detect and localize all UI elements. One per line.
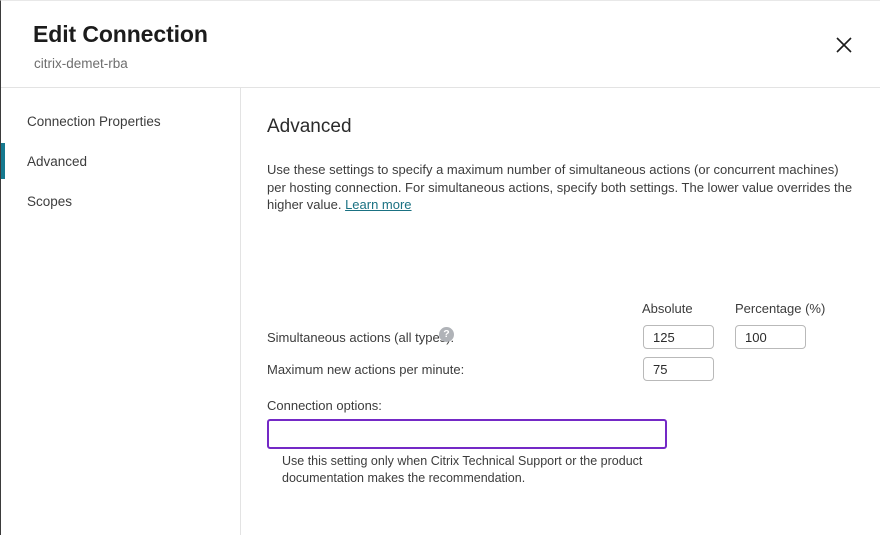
close-icon — [835, 36, 853, 54]
sidebar-item-advanced[interactable]: Advanced — [1, 141, 240, 181]
dialog-header: Edit Connection citrix-demet-rba — [1, 1, 880, 88]
simultaneous-actions-percentage-input[interactable] — [735, 325, 806, 349]
dialog-sidebar: Connection Properties Advanced Scopes — [1, 88, 241, 535]
connection-options-help-text: Use this setting only when Citrix Techni… — [282, 453, 662, 487]
simultaneous-actions-absolute-input[interactable] — [643, 325, 714, 349]
question-mark-icon[interactable]: ? — [439, 327, 454, 342]
simultaneous-actions-label: Simultaneous actions (all types): — [267, 330, 454, 345]
connection-options-input[interactable] — [267, 419, 667, 449]
dialog-title: Edit Connection — [33, 21, 208, 48]
sidebar-item-label: Advanced — [27, 154, 87, 169]
sidebar-item-scopes[interactable]: Scopes — [1, 181, 240, 221]
page-title: Advanced — [267, 116, 352, 138]
max-new-actions-absolute-input[interactable] — [643, 357, 714, 381]
dialog-body: Connection Properties Advanced Scopes Ad… — [1, 88, 880, 535]
connection-options-label: Connection options: — [267, 398, 382, 413]
column-header-absolute: Absolute — [642, 301, 693, 316]
advanced-panel: Advanced Use these settings to specify a… — [241, 88, 880, 535]
column-header-percentage: Percentage (%) — [735, 301, 825, 316]
close-button[interactable] — [829, 30, 859, 60]
dialog-subtitle: citrix-demet-rba — [34, 56, 128, 71]
sidebar-item-label: Scopes — [27, 194, 72, 209]
section-description: Use these settings to specify a maximum … — [267, 161, 853, 214]
sidebar-item-label: Connection Properties — [27, 114, 161, 129]
edit-connection-dialog: Edit Connection citrix-demet-rba Connect… — [0, 0, 880, 535]
max-new-actions-label: Maximum new actions per minute: — [267, 362, 464, 377]
learn-more-link[interactable]: Learn more — [345, 197, 411, 212]
sidebar-item-connection-properties[interactable]: Connection Properties — [1, 101, 240, 141]
